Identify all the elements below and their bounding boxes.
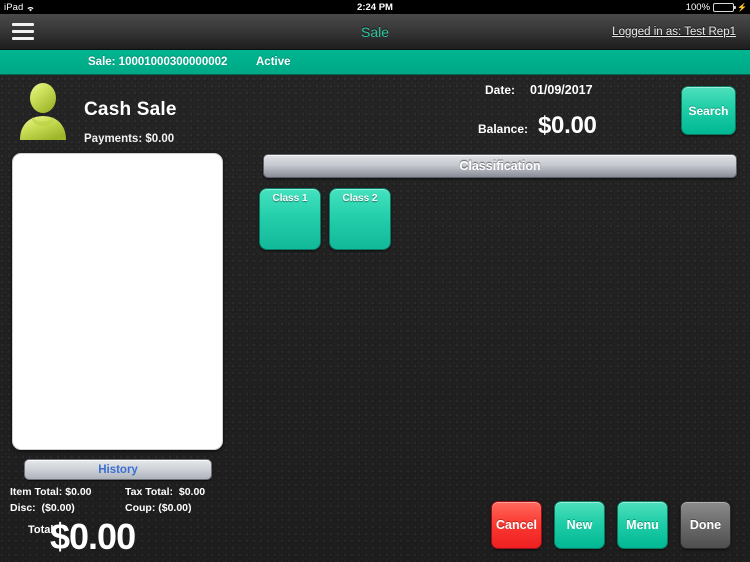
done-button[interactable]: Done [680, 501, 731, 549]
action-button-bar: Cancel New Menu Done [491, 501, 731, 549]
ios-status-bar: iPad 2:24 PM 100% ⚡ [0, 0, 750, 14]
coupon-label: Coup: [125, 502, 156, 514]
date-value: 01/09/2017 [530, 83, 593, 97]
new-button[interactable]: New [554, 501, 605, 549]
item-total-value: $0.00 [65, 486, 92, 498]
classification-tile[interactable]: Class 1 [259, 188, 321, 250]
classification-tile-grid: Class 1 Class 2 [259, 188, 391, 250]
sale-status-badge: Active [256, 56, 291, 68]
balance-value: $0.00 [538, 112, 597, 139]
discount-value: ($0.00) [41, 502, 75, 514]
battery-percent-label: 100% [685, 1, 711, 13]
search-button[interactable]: Search [681, 86, 736, 135]
classification-header[interactable]: Classification [263, 154, 737, 178]
clock-label: 2:24 PM [357, 1, 393, 13]
coupon-value: ($0.00) [158, 502, 192, 514]
item-list-panel[interactable] [12, 153, 223, 450]
sale-screen: iPad 2:24 PM 100% ⚡ Sale Logged in as: T… [0, 0, 750, 562]
sale-status-bar: Sale: 10001000300000002 Active [0, 50, 750, 75]
sale-id-label: Sale: 10001000300000002 [88, 56, 228, 68]
history-button[interactable]: History [24, 459, 212, 480]
menu-button[interactable]: Menu [617, 501, 668, 549]
classification-tile[interactable]: Class 2 [329, 188, 391, 250]
totals-summary: Item Total: $0.00 Tax Total: $0.00 Disc:… [10, 486, 235, 518]
item-total-cell: Item Total: $0.00 [10, 486, 125, 498]
person-avatar-icon[interactable] [12, 80, 74, 142]
totals-row: Disc: ($0.00) Coup: ($0.00) [10, 502, 235, 514]
logged-in-user-link[interactable]: Logged in as: Test Rep1 [612, 26, 736, 38]
cancel-button[interactable]: Cancel [491, 501, 542, 549]
tax-total-cell: Tax Total: $0.00 [125, 486, 235, 498]
item-total-label: Item Total: [10, 486, 63, 498]
customer-name: Cash Sale [84, 99, 177, 120]
status-bar-right: 100% ⚡ [686, 0, 747, 14]
discount-label: Disc: [10, 502, 36, 514]
date-label: Date: [485, 83, 516, 97]
tax-total-label: Tax Total: [125, 486, 174, 498]
balance-label: Balance: [478, 122, 529, 136]
payments-label: Payments: $0.00 [84, 133, 175, 145]
grand-total-value: $0.00 [50, 516, 136, 557]
navigation-bar: Sale Logged in as: Test Rep1 [0, 14, 750, 50]
discount-cell: Disc: ($0.00) [10, 502, 125, 514]
battery-icon [713, 2, 737, 12]
totals-row: Item Total: $0.00 Tax Total: $0.00 [10, 486, 235, 498]
coupon-cell: Coup: ($0.00) [125, 502, 235, 514]
tax-total-value: $0.00 [178, 486, 206, 498]
plug-icon: ⚡ [737, 2, 747, 12]
